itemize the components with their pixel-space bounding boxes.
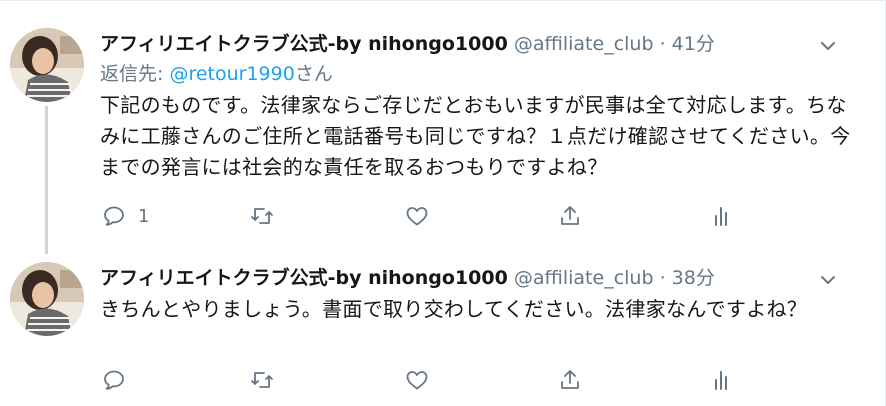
display-name[interactable]: アフィリエイトクラブ公式-by nihongo1000	[100, 267, 508, 289]
retweet-button[interactable]	[250, 366, 274, 394]
analytics-button[interactable]	[710, 366, 734, 394]
share-icon	[561, 370, 579, 389]
separator: ·	[659, 33, 666, 55]
tweet-text: きちんとやりましょう。書面で取り交わしてください。法律家なんですよね？	[100, 297, 808, 321]
reply-icon	[104, 370, 124, 390]
tweet-body: アフィリエイトクラブ公式-by nihongo1000 @affiliate_c…	[100, 30, 856, 183]
like-icon	[406, 371, 428, 390]
reply-icon	[104, 206, 124, 226]
reply-suffix: さん	[294, 63, 333, 85]
share-icon	[561, 206, 579, 225]
retweet-button[interactable]	[250, 202, 274, 230]
reply-count: 1	[138, 205, 150, 227]
reply-mention-link[interactable]: @retour1990	[169, 63, 294, 85]
chevron-down-icon[interactable]	[818, 270, 838, 290]
share-button[interactable]	[558, 366, 582, 394]
tweet-header: アフィリエイトクラブ公式-by nihongo1000 @affiliate_c…	[100, 30, 856, 58]
tweet-text: 下記のものです。法律家ならご存じだとおもいますが民事は全て対応します。ちなみに工…	[100, 93, 851, 179]
retweet-icon	[251, 208, 273, 224]
tweet[interactable]: アフィリエイトクラブ公式-by nihongo1000 @affiliate_c…	[0, 0, 886, 254]
chevron-down-icon[interactable]	[818, 36, 838, 56]
reply-button[interactable]: 1	[102, 202, 149, 230]
share-button[interactable]	[558, 202, 582, 230]
timestamp[interactable]: 41分	[672, 33, 715, 55]
reply-to: 返信先: @retour1990さん	[100, 60, 856, 88]
tweet-actions	[100, 366, 760, 394]
avatar[interactable]	[10, 262, 84, 336]
analytics-icon	[715, 371, 727, 390]
reply-prefix: 返信先:	[100, 63, 170, 85]
like-button[interactable]	[405, 202, 429, 230]
avatar[interactable]	[10, 28, 84, 102]
handle[interactable]: @affiliate_club	[514, 267, 654, 289]
tweet-actions: 1	[100, 202, 760, 230]
analytics-icon	[715, 207, 727, 226]
handle[interactable]: @affiliate_club	[514, 33, 654, 55]
tweet-body: アフィリエイトクラブ公式-by nihongo1000 @affiliate_c…	[100, 264, 856, 325]
separator: ·	[659, 267, 666, 289]
reply-button[interactable]	[102, 366, 138, 394]
tweet-header: アフィリエイトクラブ公式-by nihongo1000 @affiliate_c…	[100, 264, 856, 292]
display-name[interactable]: アフィリエイトクラブ公式-by nihongo1000	[100, 33, 508, 55]
tweet[interactable]: アフィリエイトクラブ公式-by nihongo1000 @affiliate_c…	[0, 246, 886, 406]
analytics-button[interactable]	[710, 202, 734, 230]
timestamp[interactable]: 38分	[672, 267, 715, 289]
retweet-icon	[251, 372, 273, 388]
like-button[interactable]	[405, 366, 429, 394]
thread-line	[45, 106, 48, 254]
like-icon	[406, 207, 428, 226]
